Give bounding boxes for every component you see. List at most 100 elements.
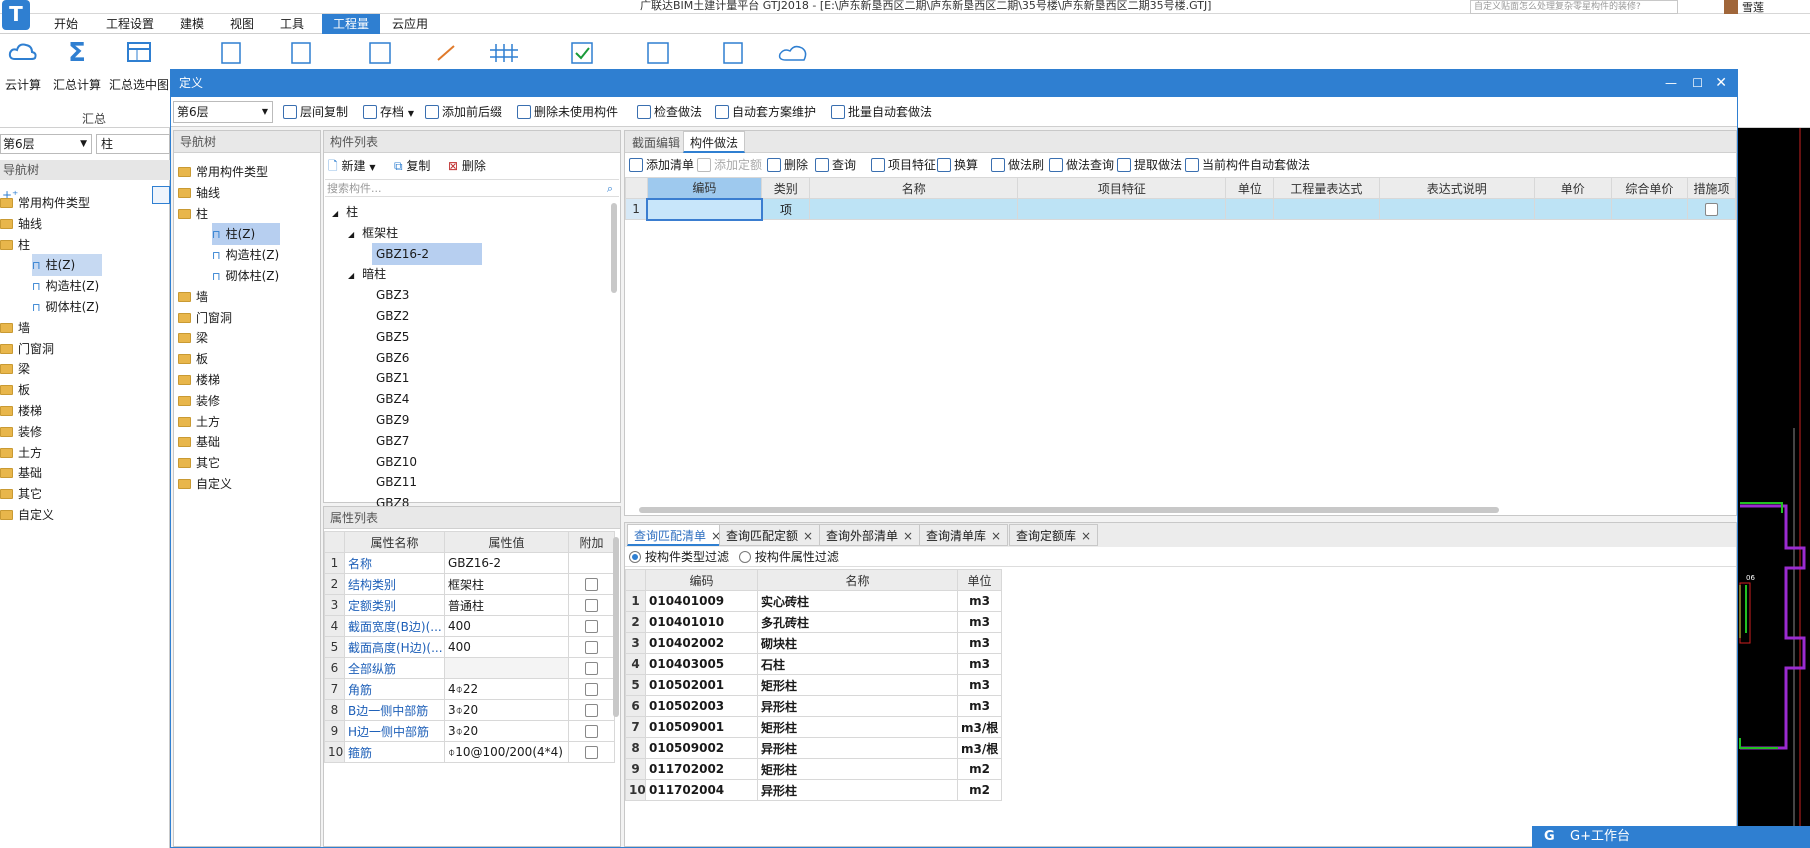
tree-item[interactable]: 梁 [178,327,208,349]
query-tab[interactable]: 查询匹配定额 × [719,524,821,546]
close-icon[interactable]: × [903,529,913,543]
cloud-calc-button[interactable]: 云计算 [2,40,44,93]
tree-item[interactable]: 基础 [178,431,220,453]
property-value[interactable]: 普通柱 [444,594,569,616]
property-value[interactable]: 400 [444,615,569,637]
dialog-floor-select[interactable]: 第6层 ▼ [173,101,273,123]
tree-item[interactable]: ⊓ 柱(Z) [212,223,280,246]
tree-item[interactable]: 自定义 [178,473,232,495]
query-tab[interactable]: 查询匹配清单 × [627,524,729,546]
property-row[interactable]: 4 截面宽度(B边)(... 400 [324,615,615,637]
search-icon[interactable]: ⌕ [607,180,613,197]
menu-start[interactable]: 开始 [46,14,86,34]
property-value[interactable]: GBZ16-2 [444,552,569,574]
property-row[interactable]: 7 角筋 4⌽22 [324,678,615,700]
tree-item[interactable]: 楼梯 [178,369,220,391]
maximize-icon[interactable]: ☐ [1692,70,1703,97]
cad-canvas[interactable]: 06 [1738,128,1810,848]
expand-icon[interactable]: ◢ [348,271,354,280]
property-row[interactable]: 2 结构类别 框架柱 [324,573,615,595]
header-unit[interactable]: 单位 [957,569,1002,591]
menu-project-settings[interactable]: 工程设置 [98,14,162,34]
tree-item[interactable]: 梁 [0,358,30,380]
property-value[interactable]: 400 [444,636,569,658]
component-item[interactable]: GBZ10 [376,451,417,473]
menu-cloud[interactable]: 云应用 [384,14,436,34]
attach-checkbox[interactable] [585,599,598,612]
tree-item[interactable]: ⊓ 构造柱(Z) [212,244,279,266]
scrollbar-thumb[interactable] [613,537,619,717]
query-row[interactable]: 6 010502003 异形柱 m3 [625,695,1002,717]
property-row[interactable]: 3 定额类别 普通柱 [324,594,615,616]
header-name[interactable]: 名称 [757,569,958,591]
component-item[interactable]: GBZ4 [376,388,409,410]
main-floor-select[interactable]: 第6层 ▼ [0,134,92,154]
method-feature-cell[interactable] [1017,198,1227,220]
tab-component-method[interactable]: 构件做法 [683,131,746,153]
tree-item[interactable]: ⊓ 砌体柱(Z) [212,265,279,287]
help-search-input[interactable]: 自定义贴面怎么处理复杂零星构件的装修? [1470,0,1678,14]
attach-cell[interactable] [568,573,615,595]
tree-item[interactable]: 土方 [0,442,42,464]
method-query-button[interactable]: 做法查询 [1049,156,1114,174]
add-list-button[interactable]: 添加清单 [629,156,694,174]
attach-checkbox[interactable] [585,620,598,633]
tree-group[interactable]: ◢ 柱 [332,201,358,223]
component-item[interactable]: GBZ7 [376,430,409,452]
filter-by-type-radio[interactable]: 按构件类型过滤 [629,550,729,564]
property-value[interactable]: 框架柱 [444,573,569,595]
query-row[interactable]: 9 011702002 矩形柱 m2 [625,758,1002,780]
add-prefix-suffix-button[interactable]: 添加前后缀 [425,103,502,121]
query-row[interactable]: 3 010402002 砌块柱 m3 [625,632,1002,654]
method-type-cell[interactable]: 项 [761,198,811,220]
component-item[interactable]: GBZ2 [376,305,409,327]
attach-cell[interactable] [568,678,615,700]
component-item[interactable]: GBZ11 [376,471,417,493]
query-row[interactable]: 10 011702004 异形柱 m2 [625,779,1002,801]
scrollbar-thumb[interactable] [611,203,617,293]
menu-quantities[interactable]: 工程量 [322,14,380,34]
menu-modeling[interactable]: 建模 [172,14,212,34]
close-icon[interactable]: × [1081,529,1091,543]
menu-view[interactable]: 视图 [222,14,262,34]
query-tab[interactable]: 查询外部清单 × [819,524,921,546]
summary-calc-button[interactable]: Σ 汇总计算 [50,40,104,93]
convert-button[interactable]: 换算 [937,156,978,174]
query-row[interactable]: 4 010403005 石柱 m3 [625,653,1002,675]
tree-item[interactable]: 常用构件类型 [178,161,268,183]
expand-icon[interactable]: ◢ [348,230,354,239]
query-row[interactable]: 5 010502001 矩形柱 m3 [625,674,1002,696]
attach-cell[interactable] [568,552,615,574]
delete-button[interactable]: 删除 [767,156,808,174]
method-header[interactable]: 单价 [1534,177,1612,199]
property-row[interactable]: 10 箍筋 ⌽10@100/200(4*4) [324,741,615,763]
attach-cell[interactable] [568,657,615,679]
g-workbench-bar[interactable]: G G+工作台 [1532,826,1810,848]
menu-tools[interactable]: 工具 [272,14,312,34]
method-header[interactable]: 类别 [761,177,811,199]
query-tab[interactable]: 查询定额库 × [1009,524,1099,546]
summary-selected-button[interactable]: 汇总选中图 [108,40,170,93]
method-total-price-cell[interactable] [1610,198,1689,220]
property-value[interactable]: 4⌽22 [444,678,569,700]
tree-item[interactable]: 柱 [0,234,30,256]
attach-cell[interactable] [568,594,615,616]
query-row[interactable]: 2 010401010 多孔砖柱 m3 [625,611,1002,633]
attach-cell[interactable] [568,720,615,742]
filter-by-attr-radio[interactable]: 按构件属性过滤 [738,550,839,564]
auto-apply-button[interactable]: 当前构件自动套做法 [1185,156,1310,174]
tree-item[interactable]: 柱 [178,203,208,225]
attach-checkbox[interactable] [585,725,598,738]
attach-cell[interactable] [568,615,615,637]
batch-auto-button[interactable]: 批量自动套做法 [831,103,932,121]
query-row[interactable]: 8 010509002 异形柱 m3/根 [625,737,1002,759]
component-item[interactable]: GBZ16-2 [372,242,482,265]
method-measure-cell[interactable] [1687,198,1736,220]
attach-checkbox[interactable] [585,704,598,717]
tree-group[interactable]: ◢ 框架柱 [348,222,398,244]
extract-method-button[interactable]: 提取做法 [1117,156,1182,174]
copy-component-button[interactable]: ⧉ 复制 [394,157,430,175]
property-value[interactable]: ⌽10@100/200(4*4) [444,741,569,763]
tree-item[interactable]: 板 [0,379,30,401]
method-header[interactable]: 名称 [809,177,1019,199]
